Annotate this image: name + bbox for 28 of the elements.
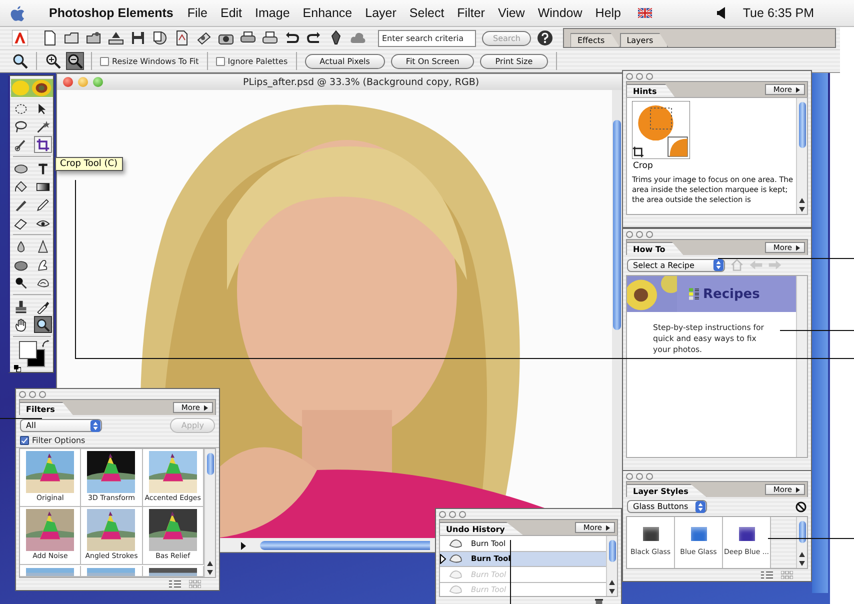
clock[interactable]: Tue 6:35 PM [742, 6, 814, 20]
panel-tab[interactable]: Hints [627, 84, 675, 97]
search-field[interactable]: Enter search criteria [378, 30, 476, 46]
menu-item[interactable]: Window [538, 6, 582, 20]
menu-item[interactable]: Layer [365, 6, 396, 20]
menu-item[interactable]: Image [255, 6, 290, 20]
menu-item[interactable]: Enhance [302, 6, 352, 20]
menu-item[interactable]: Edit [220, 6, 242, 20]
menu-item[interactable]: Select [409, 6, 444, 20]
menu-item[interactable]: Help [595, 6, 622, 20]
menu-item[interactable]: View [498, 6, 525, 20]
recipe-dropdown[interactable]: Select a Recipe [627, 258, 725, 272]
toolbar-button[interactable]: Fit On Screen [390, 54, 474, 68]
panel-tab[interactable]: Layer Styles [627, 484, 706, 497]
panel-tab[interactable]: How To [627, 242, 684, 255]
toolbar-button[interactable]: Actual Pixels [304, 54, 385, 68]
palette-tab[interactable]: Effects [570, 33, 620, 47]
app-menu[interactable]: Photoshop Elements [49, 6, 174, 20]
palette-tab[interactable]: Layers [620, 33, 668, 47]
checkbox[interactable]: Resize Windows To Fit [100, 56, 199, 66]
checkbox[interactable]: Ignore Palettes [216, 56, 288, 66]
menu-item[interactable]: File [187, 6, 208, 20]
banner-title: Recipes [703, 286, 760, 302]
hint-title: Crop [633, 161, 654, 171]
toolbar-button[interactable]: Print Size [480, 54, 548, 68]
menu-item[interactable]: Filter [457, 6, 485, 20]
window-title: PLips_after.psd @ 33.3% (Background copy, RGB) [243, 76, 480, 88]
style-library-dropdown[interactable]: Glass Buttons [627, 500, 707, 513]
